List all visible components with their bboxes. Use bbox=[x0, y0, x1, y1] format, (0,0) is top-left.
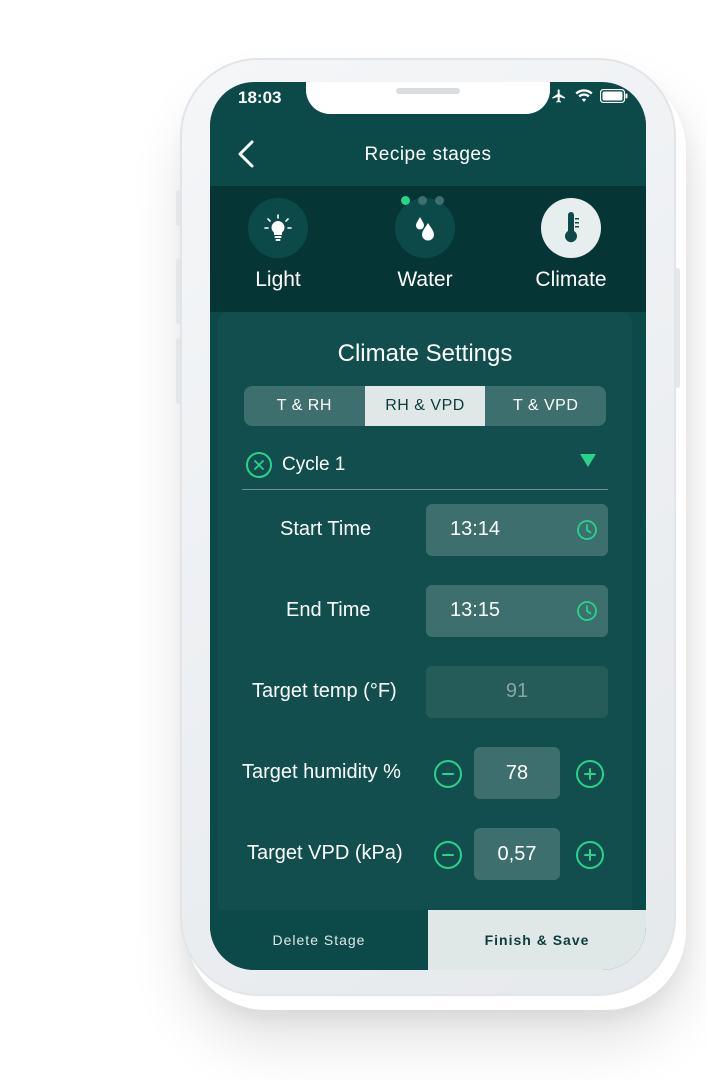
target-humidity-label: Target humidity % bbox=[242, 761, 401, 783]
minus-icon bbox=[442, 854, 454, 856]
target-temp-label: Target temp (°F) bbox=[252, 680, 397, 702]
vpd-input[interactable]: 0,57 bbox=[474, 828, 560, 880]
app-screen: 18:03 Recipe stages Light Water Climate … bbox=[210, 82, 646, 970]
mode-option-t-vpd[interactable]: T & VPD bbox=[485, 386, 606, 426]
stage-label-water: Water bbox=[397, 268, 453, 291]
water-progress-dots bbox=[401, 196, 444, 205]
progress-dot bbox=[418, 196, 427, 205]
end-time-label: End Time bbox=[286, 599, 371, 621]
header-bar: Recipe stages bbox=[210, 116, 646, 186]
mode-option-t-rh[interactable]: T & RH bbox=[244, 386, 365, 426]
cycle-dropdown[interactable]: Cycle 1 bbox=[242, 442, 608, 490]
thermometer-icon bbox=[565, 212, 579, 243]
bottom-action-bar: Delete Stage Finish & Save bbox=[210, 910, 646, 970]
battery-icon bbox=[600, 89, 628, 103]
stage-tab-climate[interactable]: Climate bbox=[511, 198, 631, 292]
stage-tab-water[interactable]: Water bbox=[365, 196, 485, 292]
humidity-input[interactable]: 78 bbox=[474, 747, 560, 799]
start-time-value: 13:14 bbox=[450, 518, 501, 540]
vpd-increment-button[interactable] bbox=[576, 841, 604, 869]
end-time-value: 13:15 bbox=[450, 599, 501, 621]
target-vpd-row: Target VPD (kPa) 0,57 bbox=[218, 828, 632, 880]
target-temp-field: 91 bbox=[426, 666, 608, 718]
plus-icon bbox=[584, 849, 596, 861]
progress-dot bbox=[435, 196, 444, 205]
stage-label-climate: Climate bbox=[535, 268, 607, 291]
target-temp-value: 91 bbox=[505, 680, 529, 702]
speaker bbox=[396, 88, 460, 94]
progress-dot bbox=[401, 196, 410, 205]
lightbulb-icon bbox=[264, 214, 292, 241]
card-title: Climate Settings bbox=[337, 340, 513, 367]
plus-icon bbox=[584, 768, 596, 780]
target-humidity-row: Target humidity % 78 bbox=[218, 747, 632, 799]
humidity-increment-button[interactable] bbox=[576, 760, 604, 788]
humidity-decrement-button[interactable] bbox=[434, 760, 462, 788]
notch bbox=[306, 82, 550, 114]
status-time: 18:03 bbox=[238, 88, 282, 107]
status-icons bbox=[550, 88, 628, 104]
start-time-label: Start Time bbox=[280, 518, 372, 540]
wifi-icon bbox=[575, 89, 593, 103]
start-time-row: Start Time 13:14 bbox=[218, 504, 632, 556]
water-drops-icon bbox=[416, 217, 434, 241]
target-vpd-label: Target VPD (kPa) bbox=[247, 842, 403, 864]
vpd-decrement-button[interactable] bbox=[434, 841, 462, 869]
end-time-field[interactable]: 13:15 bbox=[426, 585, 608, 637]
minus-icon bbox=[442, 773, 454, 775]
finish-save-button[interactable]: Finish & Save bbox=[428, 910, 646, 970]
stage-tab-light[interactable]: Light bbox=[218, 198, 338, 292]
clock-icon bbox=[577, 520, 597, 540]
end-time-row: End Time 13:15 bbox=[218, 585, 632, 637]
remove-cycle-button[interactable] bbox=[246, 452, 272, 478]
page-title: Recipe stages bbox=[364, 144, 492, 165]
mode-segmented-control: T & RH RH & VPD T & VPD bbox=[244, 386, 606, 426]
stage-tabs: Light Water Climate bbox=[210, 186, 646, 312]
cycle-name: Cycle 1 bbox=[282, 454, 346, 475]
stage-water-circle bbox=[395, 196, 455, 258]
dropdown-arrow-icon bbox=[580, 454, 596, 467]
clock-icon bbox=[577, 601, 597, 621]
target-temp-row: Target temp (°F) 91 bbox=[218, 666, 632, 718]
climate-settings-card: Climate Settings T & RH RH & VPD T & VPD… bbox=[218, 312, 632, 932]
stage-label-light: Light bbox=[255, 268, 301, 291]
mode-option-rh-vpd[interactable]: RH & VPD bbox=[364, 386, 486, 426]
close-icon bbox=[254, 460, 264, 470]
delete-stage-button[interactable]: Delete Stage bbox=[210, 910, 428, 970]
start-time-field[interactable]: 13:14 bbox=[426, 504, 608, 556]
airplane-icon bbox=[550, 88, 568, 104]
stage-light-circle bbox=[248, 198, 308, 258]
stage-climate-circle bbox=[541, 198, 601, 258]
